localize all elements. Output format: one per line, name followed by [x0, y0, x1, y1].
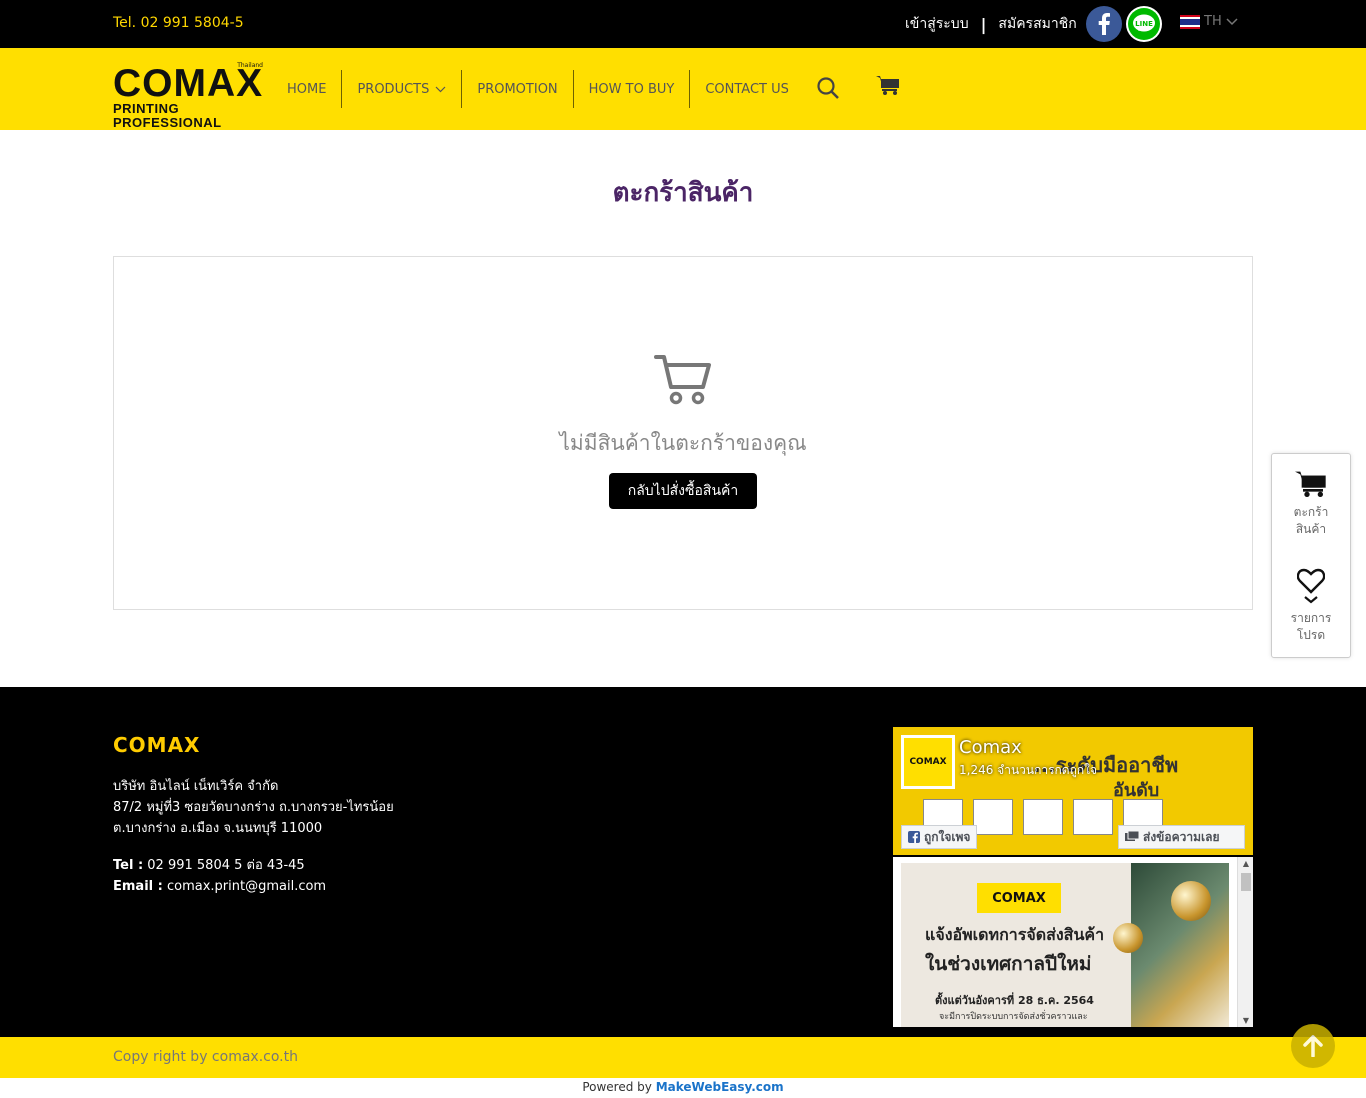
- main-nav: HOME PRODUCTS PROMOTION HOW TO BUY CONTA…: [272, 70, 804, 108]
- scroll-up-icon[interactable]: ▲: [1238, 859, 1253, 868]
- facebook-page-widget[interactable]: ...ระดับมืออาชีพ อันดับ COMAX Comax 1,24…: [893, 727, 1253, 855]
- fb-page-avatar[interactable]: COMAX: [901, 735, 955, 789]
- search-icon[interactable]: [816, 76, 840, 104]
- logo-brand: COMAX: [113, 62, 264, 105]
- cart-icon[interactable]: [876, 75, 900, 101]
- email-label: Email :: [113, 879, 163, 894]
- tel-label: Tel :: [113, 858, 144, 873]
- chevron-down-icon: [435, 86, 446, 92]
- heart-icon: [1297, 568, 1325, 594]
- company-name: บริษัท อินไลน์ เน็ทเวิร์ค จำกัด: [113, 779, 279, 794]
- scroll-thumb[interactable]: [1241, 873, 1251, 891]
- powered-by: Powered by MakeWebEasy.com: [0, 1080, 1366, 1094]
- footer: COMAX บริษัท อินไลน์ เน็ทเวิร์ค จำกัด 87…: [0, 687, 1366, 1037]
- post-body: จะมีการปิดระบบการจัดส่งชั่วคราวและ: [939, 1012, 1088, 1022]
- side-cart-label-2: สินค้า: [1295, 522, 1327, 536]
- nav-how-to-buy[interactable]: HOW TO BUY: [574, 70, 691, 108]
- fb-page-likes: 1,246 จำนวนการกดถูกใจ: [959, 763, 1098, 777]
- separator: |: [980, 14, 987, 34]
- facebook-icon: [908, 831, 920, 843]
- side-cart[interactable]: ตะกร้า สินค้า: [1272, 470, 1350, 538]
- message-icon: [1125, 831, 1139, 841]
- footer-contact: Tel : 02 991 5804 5 ต่อ 43-45 Email : co…: [113, 855, 326, 897]
- account-links: เข้าสู่ระบบ | สมัครสมาชิก: [905, 0, 1077, 48]
- language-selector[interactable]: TH: [1180, 14, 1238, 29]
- address-line-1: 87/2 หมู่ที่3 ซอยวัดบางกร่าง ถ.บางกรวย-ไ…: [113, 800, 394, 815]
- email-value[interactable]: comax.print@gmail.com: [167, 879, 326, 894]
- address-line-2: ต.บางกร่าง อ.เมือง จ.นนทบุรี 11000: [113, 821, 323, 836]
- continue-shopping-button[interactable]: กลับไปสั่งซื้อสินค้า: [609, 473, 757, 509]
- register-link[interactable]: สมัครสมาชิก: [998, 13, 1076, 35]
- facebook-post-feed[interactable]: COMAX แจ้งอัพเดทการจัดส่งสินค้า ในช่วงเท…: [893, 857, 1253, 1027]
- line-label: LINE: [1135, 20, 1153, 28]
- fb-message-button[interactable]: ส่งข้อความเลย: [1118, 825, 1245, 849]
- arrow-up-icon: [1303, 1035, 1323, 1057]
- fb-page-name[interactable]: Comax: [959, 737, 1022, 758]
- nav-promotion-label: PROMOTION: [477, 81, 558, 97]
- logo-trademark: Thailand: [237, 62, 263, 69]
- logo-tagline: PRINTING PROFESSIONAL: [113, 101, 222, 130]
- login-link[interactable]: เข้าสู่ระบบ: [905, 13, 969, 35]
- chevron-down-icon: [1304, 596, 1318, 604]
- nav-products[interactable]: PRODUCTS: [342, 70, 463, 108]
- nav-home-label: HOME: [287, 81, 327, 97]
- scroll-down-icon[interactable]: ▼: [1238, 1016, 1253, 1025]
- back-to-top-button[interactable]: [1291, 1024, 1335, 1068]
- nav-how-to-buy-label: HOW TO BUY: [588, 81, 675, 97]
- side-wishlist-label-1: รายการ: [1290, 611, 1332, 625]
- feed-scrollbar[interactable]: ▲ ▼: [1237, 857, 1253, 1027]
- nav-home[interactable]: HOME: [272, 70, 343, 108]
- facebook-icon[interactable]: [1086, 6, 1122, 42]
- cart-icon: [1295, 471, 1326, 497]
- fb-post-image: COMAX แจ้งอัพเดทการจัดส่งสินค้า ในช่วงเท…: [901, 863, 1229, 1027]
- empty-cart-icon: [654, 353, 712, 409]
- post-date: ตั้งแต่วันอังคารที่ 28 ธ.ค. 2564: [935, 994, 1094, 1007]
- footer-brand: COMAX: [113, 733, 201, 757]
- powered-brand-link[interactable]: MakeWebEasy.com: [656, 1080, 784, 1094]
- nav-contact-us-label: CONTACT US: [705, 81, 789, 97]
- copyright-text: Copy right by comax.co.th: [113, 1049, 298, 1065]
- top-bar: Tel. 02 991 5804-5 เข้าสู่ระบบ | สมัครสม…: [0, 0, 1366, 48]
- line-icon[interactable]: LINE: [1126, 6, 1162, 42]
- post-logo: COMAX: [977, 883, 1061, 913]
- powered-prefix: Powered by: [582, 1080, 652, 1094]
- nav-products-label: PRODUCTS: [357, 81, 430, 97]
- side-cart-label-1: ตะกร้า: [1293, 505, 1329, 519]
- fb-message-label: ส่งข้อความเลย: [1143, 829, 1220, 844]
- tel-value[interactable]: 02 991 5804 5 ต่อ 43-45: [147, 858, 304, 873]
- language-code: TH: [1204, 14, 1222, 29]
- main-header: COMAX PRINTING PROFESSIONAL Thailand HOM…: [0, 48, 1366, 130]
- phone-number[interactable]: Tel. 02 991 5804-5: [113, 15, 244, 31]
- post-headline-1: แจ้งอัพเดทการจัดส่งสินค้า: [925, 925, 1105, 944]
- cart-container: ไม่มีสินค้าในตะกร้าของคุณ กลับไปสั่งซื้อ…: [113, 256, 1253, 610]
- nav-contact-us[interactable]: CONTACT US: [690, 70, 804, 108]
- nav-promotion[interactable]: PROMOTION: [462, 70, 574, 108]
- side-wishlist-label-2: โปรด: [1296, 628, 1326, 642]
- comax-logo[interactable]: COMAX PRINTING PROFESSIONAL Thailand: [113, 62, 264, 130]
- chevron-down-icon: [1226, 17, 1238, 25]
- thai-flag-icon: [1180, 14, 1200, 29]
- empty-cart-message: ไม่มีสินค้าในตะกร้าของคุณ: [559, 431, 807, 455]
- side-wishlist[interactable]: รายการ โปรด: [1272, 568, 1350, 644]
- copyright-bar: Copy right by comax.co.th: [0, 1037, 1366, 1078]
- side-widget: ตะกร้า สินค้า รายการ โปรด: [1271, 453, 1351, 658]
- footer-address: บริษัท อินไลน์ เน็ทเวิร์ค จำกัด 87/2 หมู…: [113, 776, 394, 839]
- fb-like-label: ถูกใจเพจ: [924, 829, 971, 844]
- page-title: ตะกร้าสินค้า: [612, 178, 754, 208]
- fb-like-button[interactable]: ถูกใจเพจ: [901, 825, 978, 849]
- post-headline-2: ในช่วงเทศกาลปีใหม่: [925, 953, 1092, 975]
